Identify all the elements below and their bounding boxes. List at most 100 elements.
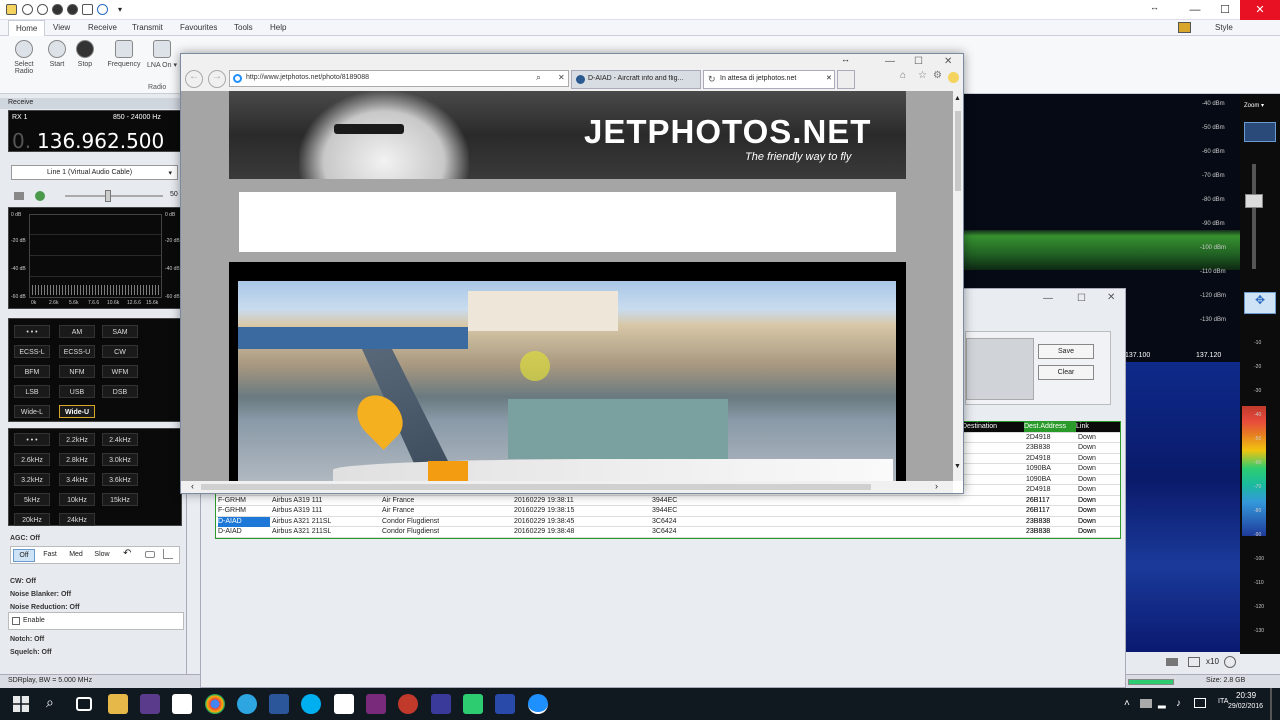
window-icon[interactable]: [1188, 657, 1200, 667]
tab-close-icon[interactable]: ✕: [826, 74, 832, 82]
tray-arrow-icon[interactable]: ˄: [1124, 698, 1130, 709]
record-icon[interactable]: [52, 4, 63, 15]
table-row[interactable]: D-AIAD Airbus A321 211SL Condor Flugdienst…: [216, 516, 1120, 527]
agc-settings-icon[interactable]: [145, 551, 155, 558]
mode-wide-u-button[interactable]: Wide-U: [59, 405, 95, 418]
volume-slider[interactable]: [65, 190, 163, 202]
app-icon[interactable]: [140, 694, 160, 714]
close-button[interactable]: ✕: [1240, 0, 1280, 20]
column-header[interactable]: Dest.Address: [1024, 422, 1076, 432]
new-tab-button[interactable]: [837, 70, 855, 89]
agc-off-button[interactable]: Off: [13, 549, 35, 562]
speaker-icon[interactable]: [35, 191, 45, 201]
agc-fast-button[interactable]: Fast: [39, 549, 61, 562]
mode-more-button[interactable]: • • •: [14, 325, 50, 338]
mode-ecss-l-button[interactable]: ECSS-L: [14, 345, 50, 358]
graph-icon[interactable]: [163, 549, 173, 559]
table-row[interactable]: D-AIAD Airbus A321 211SL Condor Flugdienst…: [216, 527, 1120, 538]
notch-section[interactable]: Notch: Off: [10, 636, 44, 643]
acars-close-button[interactable]: ✕: [1107, 292, 1115, 303]
bw-10khz-button[interactable]: 10kHz: [59, 493, 95, 506]
display-mode-icon[interactable]: [1166, 658, 1178, 666]
keyboard-icon[interactable]: [1194, 698, 1206, 708]
bw-24khz-button[interactable]: 24kHz: [59, 513, 95, 526]
menu-help[interactable]: Help: [270, 23, 286, 32]
mode-wide-l-button[interactable]: Wide-L: [14, 405, 50, 418]
noise-reduction-section[interactable]: Noise Reduction: Off: [10, 604, 80, 611]
volume-thumb[interactable]: [105, 190, 111, 202]
browser-minimize-button[interactable]: —: [885, 56, 895, 67]
app-icon[interactable]: [431, 694, 451, 714]
mode-wfm-button[interactable]: WFM: [102, 365, 138, 378]
mode-dsb-button[interactable]: DSB: [102, 385, 138, 398]
mode-ecss-u-button[interactable]: ECSS-U: [59, 345, 95, 358]
favorites-icon[interactable]: ☆: [918, 70, 927, 81]
minimize-button[interactable]: —: [1180, 0, 1210, 20]
site-logo[interactable]: JETPHOTOS.NET: [584, 113, 871, 151]
bw-5khz-button[interactable]: 5kHz: [14, 493, 50, 506]
scroll-right-icon[interactable]: ›: [935, 481, 938, 491]
internet-explorer-icon[interactable]: [528, 694, 548, 714]
mode-am-button[interactable]: AM: [59, 325, 95, 338]
vertical-scrollbar[interactable]: ▲ ▼: [953, 91, 963, 481]
acars-maximize-button[interactable]: ☐: [1077, 293, 1086, 304]
stop-button[interactable]: Stop: [67, 40, 103, 68]
play-icon[interactable]: [22, 4, 33, 15]
stop-icon[interactable]: [37, 4, 48, 15]
forward-icon[interactable]: [1224, 656, 1236, 668]
show-desktop-button[interactable]: [1270, 688, 1272, 720]
app-icon[interactable]: [463, 694, 483, 714]
skype-icon[interactable]: [301, 694, 321, 714]
menu-favourites[interactable]: Favourites: [180, 23, 217, 32]
store-icon[interactable]: [172, 694, 192, 714]
mode-bfm-button[interactable]: BFM: [14, 365, 50, 378]
tab-aircraft-info[interactable]: D-AIAD - Aircraft info and flig...: [571, 70, 701, 89]
gear-icon[interactable]: ⚙: [933, 70, 942, 81]
bw-2-2khz-button[interactable]: 2.2kHz: [59, 433, 95, 446]
search-icon[interactable]: ⌕: [536, 72, 541, 83]
bw-2-4khz-button[interactable]: 2.4kHz: [102, 433, 138, 446]
task-view-icon[interactable]: [76, 697, 92, 711]
search-icon[interactable]: ⌕: [46, 694, 54, 711]
bw-2-6khz-button[interactable]: 2.6kHz: [14, 453, 50, 466]
agc-slow-button[interactable]: Slow: [91, 549, 113, 562]
menu-tools[interactable]: Tools: [234, 23, 253, 32]
message-box[interactable]: [966, 338, 1034, 400]
lna-button[interactable]: LNA On ▾: [144, 40, 180, 69]
clear-button[interactable]: Clear: [1038, 365, 1094, 380]
zoom-dropdown[interactable]: Zoom ▾: [1244, 102, 1264, 109]
back-icon[interactable]: ←: [185, 70, 203, 88]
audio-device-select[interactable]: Line 1 (Virtual Audio Cable) ▾: [11, 165, 178, 180]
settings-icon[interactable]: [67, 4, 78, 15]
camera-icon[interactable]: [82, 4, 93, 15]
menu-view[interactable]: View: [53, 23, 70, 32]
zoom-slider-thumb[interactable]: [1245, 194, 1263, 208]
mode-usb-button[interactable]: USB: [59, 385, 95, 398]
scroll-thumb[interactable]: [955, 111, 961, 191]
enable-checkbox[interactable]: [12, 617, 20, 625]
table-row[interactable]: F-GRHM Airbus A319 111 Air France 20160229 …: [216, 506, 1120, 517]
menu-transmit[interactable]: Transmit: [132, 23, 163, 32]
address-bar[interactable]: http://www.jetphotos.net/photo/8189088 ⌕…: [229, 70, 569, 87]
tab-loading[interactable]: ↻ In attesa di jetphotos.net ✕: [703, 70, 835, 89]
clock-date[interactable]: 29/02/2016: [1228, 703, 1263, 710]
style-menu[interactable]: Style: [1215, 23, 1233, 32]
zoom-button[interactable]: [1244, 122, 1276, 142]
maximize-button[interactable]: ☐: [1210, 0, 1240, 20]
agc-med-button[interactable]: Med: [65, 549, 87, 562]
media-icon[interactable]: [366, 694, 386, 714]
cw-section[interactable]: CW: Off: [10, 578, 36, 585]
column-header[interactable]: Destination: [962, 422, 997, 432]
frequency-button[interactable]: Frequency: [104, 40, 144, 68]
frequency-display[interactable]: RX 1 850 - 24000 Hz 0. 136.962.500: [8, 110, 182, 153]
scroll-up-icon[interactable]: ▲: [954, 95, 961, 102]
mode-lsb-button[interactable]: LSB: [14, 385, 50, 398]
bw-3-6khz-button[interactable]: 3.6kHz: [102, 473, 138, 486]
file-explorer-icon[interactable]: [108, 694, 128, 714]
save-button[interactable]: Save: [1038, 344, 1094, 359]
squelch-section[interactable]: Squelch: Off: [10, 649, 52, 656]
clock-time[interactable]: 20:39: [1236, 691, 1256, 700]
qat-dropdown-icon[interactable]: ▾: [118, 5, 122, 14]
network-icon[interactable]: ▂: [1158, 698, 1166, 709]
browser-close-button[interactable]: ✕: [944, 56, 952, 67]
